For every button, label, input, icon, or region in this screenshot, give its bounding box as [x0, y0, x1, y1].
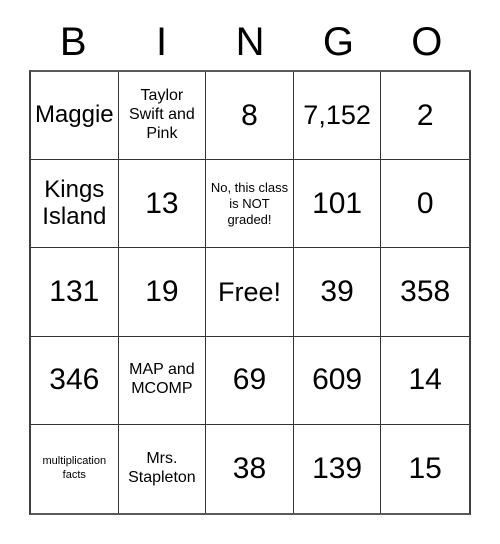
bingo-cell-label: 39 — [320, 275, 354, 309]
bingo-cell-label: No, this class is NOT graded! — [210, 180, 289, 227]
bingo-cell[interactable]: 131 — [31, 248, 119, 337]
bingo-cell[interactable]: 8 — [206, 72, 294, 161]
bingo-cell[interactable]: Maggie — [31, 72, 119, 161]
bingo-cell-label: 13 — [145, 187, 179, 221]
bingo-cell-label: 0 — [416, 187, 434, 221]
bingo-header-letter-g: G — [322, 20, 354, 64]
bingo-cell[interactable]: Mrs. Stapleton — [118, 424, 207, 513]
bingo-cell[interactable]: 7,152 — [293, 72, 382, 161]
bingo-header-letter-o: O — [411, 20, 443, 64]
bingo-cell[interactable]: 2 — [381, 72, 469, 161]
bingo-cell[interactable]: 0 — [381, 160, 469, 249]
bingo-header-letter-n: N — [235, 20, 265, 64]
bingo-free-space[interactable]: Free! — [206, 248, 294, 337]
bingo-cell-label: 609 — [312, 363, 363, 397]
bingo-cell-label: 358 — [400, 275, 451, 309]
bingo-cell-label: 38 — [232, 452, 267, 486]
bingo-cell[interactable]: 38 — [206, 424, 294, 513]
bingo-cell-label: 8 — [241, 98, 258, 132]
bingo-cell-label: 15 — [408, 452, 442, 486]
bingo-header-letter-b: B — [59, 20, 87, 64]
bingo-cell-label: 2 — [416, 98, 434, 132]
bingo-cell[interactable]: 346 — [31, 336, 119, 425]
bingo-cell-label: MAP and MCOMP — [129, 361, 195, 398]
bingo-cell-label: Kings Island — [42, 176, 107, 230]
bingo-cell[interactable]: 13 — [118, 160, 207, 249]
bingo-cell[interactable]: 101 — [293, 160, 382, 249]
bingo-cell[interactable]: 69 — [206, 336, 294, 425]
bingo-header-letter-i: I — [156, 20, 168, 64]
bingo-cell[interactable]: MAP and MCOMP — [118, 336, 207, 425]
bingo-cell[interactable]: 609 — [293, 336, 382, 425]
bingo-grid: Maggie Taylor Swift and Pink 8 7,152 2 Kings … — [29, 70, 471, 515]
bingo-cell[interactable]: 139 — [293, 424, 382, 513]
bingo-cell[interactable]: Kings Island — [31, 160, 119, 249]
bingo-cell-label: 101 — [312, 187, 363, 221]
bingo-cell-label: 7,152 — [303, 100, 371, 131]
bingo-cell-label: Mrs. Stapleton — [128, 450, 196, 486]
bingo-cell-label: multiplication facts — [42, 455, 107, 481]
bingo-cell-label: 346 — [49, 363, 100, 397]
bingo-cell[interactable]: multiplication facts — [31, 424, 119, 513]
bingo-cell-label: 19 — [145, 275, 179, 309]
bingo-cell[interactable]: 39 — [293, 248, 382, 337]
bingo-cell[interactable]: Taylor Swift and Pink — [118, 72, 207, 161]
bingo-header-row: B I N G O — [29, 14, 471, 70]
bingo-cell-label: 139 — [312, 452, 363, 486]
bingo-cell[interactable]: 15 — [381, 424, 469, 513]
bingo-cell-label: Maggie — [34, 101, 114, 129]
bingo-cell[interactable]: 19 — [118, 248, 207, 337]
bingo-cell-label: Free! — [217, 276, 281, 307]
bingo-cell-label: 14 — [408, 363, 442, 397]
bingo-cell[interactable]: 14 — [381, 336, 469, 425]
bingo-cell[interactable]: No, this class is NOT graded! — [206, 160, 294, 249]
bingo-cell[interactable]: 358 — [381, 248, 469, 337]
bingo-cell-label: 131 — [49, 275, 100, 309]
bingo-card: B I N G O Maggie Taylor Swift and Pink 8 7,… — [0, 0, 500, 544]
bingo-cell-label: Taylor Swift and Pink — [128, 87, 195, 143]
bingo-cell-label: 69 — [232, 363, 267, 397]
